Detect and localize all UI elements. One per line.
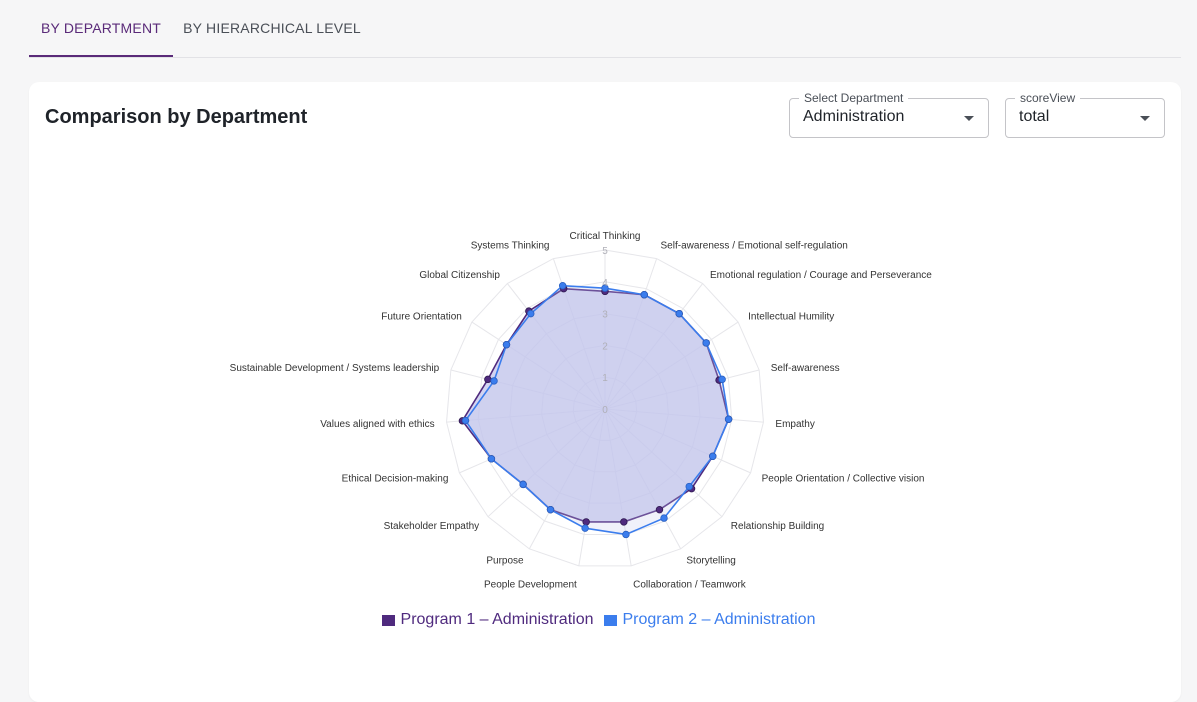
axis-label: Intellectual Humility	[748, 311, 834, 322]
data-point-program-1	[582, 518, 590, 526]
axis-label: People Orientation / Collective vision	[762, 474, 925, 485]
axis-label: Purpose	[486, 555, 524, 566]
data-point-program-2	[702, 339, 710, 347]
axis-label: Future Orientation	[381, 311, 462, 322]
data-point-program-2	[718, 375, 726, 384]
tick-label: 5	[602, 246, 608, 257]
axis-label: Critical Thinking	[570, 231, 641, 242]
axis-label: Global Citizenship	[419, 270, 500, 281]
series-area-program-2	[464, 284, 730, 536]
data-point-program-2	[622, 530, 630, 539]
data-point-program-2	[581, 524, 589, 532]
chart-legend: Program 1 – Administration Program 2 – A…	[0, 610, 1197, 630]
legend-swatch-program-1	[381, 614, 395, 626]
axis-label: Sustainable Development / Systems leader…	[230, 363, 440, 374]
axis-label: Ethical Decision-making	[342, 474, 449, 485]
legend-item-program-2[interactable]: Program 2 – Administration	[603, 611, 816, 629]
data-point-program-2	[487, 455, 496, 463]
axis-label: People Development	[484, 580, 577, 591]
axis-label: Storytelling	[686, 555, 735, 566]
data-point-program-2	[660, 514, 668, 522]
tick-label: 1	[602, 373, 608, 384]
data-point-program-1	[655, 505, 664, 514]
tick-label: 4	[602, 278, 608, 289]
data-point-program-2	[709, 452, 717, 460]
data-point-program-2	[502, 340, 511, 349]
tick-label: 2	[602, 341, 608, 352]
axis-label: Self-awareness / Emotional self-regulati…	[661, 240, 848, 251]
axis-label: Values aligned with ethics	[320, 419, 434, 430]
axis-label: Stakeholder Empathy	[384, 521, 480, 532]
legend-item-program-1[interactable]: Program 1 – Administration	[381, 611, 594, 629]
data-point-program-1	[484, 375, 492, 384]
data-point-program-2	[675, 309, 683, 318]
data-point-program-2	[724, 415, 733, 423]
axis-label: Collaboration / Teamwork	[633, 580, 747, 591]
axis-label: Empathy	[775, 419, 814, 430]
data-point-program-2	[519, 480, 527, 489]
data-point-program-2	[558, 281, 567, 290]
legend-label-program-1: Program 1 – Administration	[400, 611, 594, 628]
data-point-program-2	[461, 416, 470, 425]
tick-label: 0	[602, 405, 608, 416]
radar-chart: 0 1 2 3 4 5 Critical Thinking Self-awareness / …	[230, 231, 933, 591]
axis-label: Emotional regulation / Courage and Perse…	[710, 270, 932, 281]
axis-label: Systems Thinking	[471, 240, 550, 251]
tick-label: 3	[602, 310, 608, 321]
legend-swatch-program-2	[603, 614, 617, 626]
axis-label: Relationship Building	[731, 521, 824, 532]
data-point-program-2	[527, 309, 535, 318]
legend-label-program-2: Program 2 – Administration	[622, 611, 816, 628]
data-point-program-2	[490, 377, 498, 385]
data-point-program-1	[620, 518, 628, 526]
data-point-program-2	[546, 505, 555, 514]
axis-label: Self-awareness	[771, 363, 840, 374]
data-point-program-2	[640, 291, 648, 299]
data-point-program-2	[685, 482, 693, 491]
